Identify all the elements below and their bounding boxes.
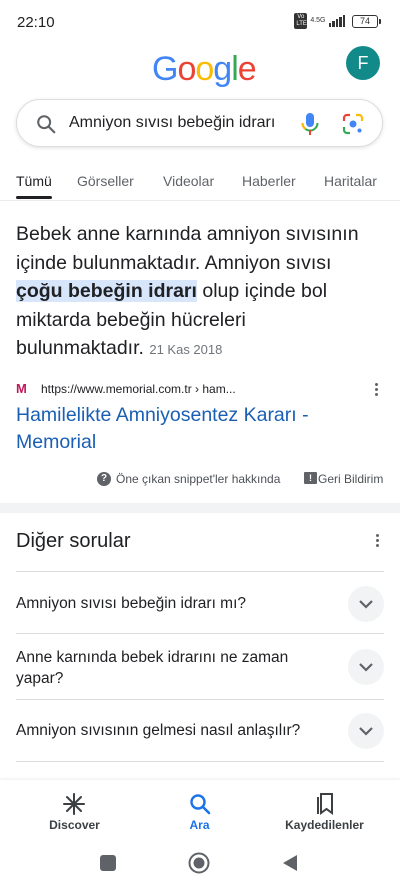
about-snippets-link[interactable]: Öne çıkan snippet'ler hakkında <box>116 472 280 486</box>
tab-videos[interactable]: Videolar <box>163 173 214 189</box>
tab-all[interactable]: Tümü <box>16 173 52 189</box>
back-button-icon[interactable] <box>281 854 299 872</box>
nav-label: Discover <box>49 818 100 832</box>
network-type: 4.5G <box>310 17 326 24</box>
more-options-icon[interactable] <box>376 534 380 550</box>
signal-icon <box>328 15 345 27</box>
question-item[interactable]: Amniyon sıvısı bebeğin idrarı mı? <box>16 571 384 633</box>
nav-saved[interactable]: Kaydedilenler <box>258 780 391 842</box>
snippet-highlight: çoğu bebeğin idrarı <box>16 280 197 302</box>
google-lens-icon[interactable] <box>342 113 364 135</box>
asterisk-icon <box>63 793 85 815</box>
expand-button[interactable] <box>348 713 384 749</box>
snippet-date: 21 Kas 2018 <box>149 342 223 357</box>
chevron-down-icon <box>359 663 373 672</box>
google-logo[interactable]: Google <box>152 50 257 90</box>
search-icon <box>190 794 211 815</box>
snippet-footer: ? Öne çıkan snippet'ler hakkında ! Geri … <box>0 470 400 490</box>
status-time: 22:10 <box>17 14 55 31</box>
tab-images[interactable]: Görseller <box>77 173 134 189</box>
expand-button[interactable] <box>348 586 384 622</box>
status-icons: Vo LTE 4.5G 74 <box>294 13 381 29</box>
battery-icon: 74 <box>352 14 381 28</box>
question-item[interactable]: Amniyon sıvısının gelmesi nasıl anlaşılı… <box>16 699 384 761</box>
system-navigation-bar <box>0 842 400 888</box>
home-button-icon[interactable] <box>188 852 210 874</box>
help-icon[interactable]: ? <box>97 472 111 486</box>
account-avatar[interactable]: F <box>346 46 380 80</box>
question-text[interactable]: Anne karnında bebek idrarını ne zaman ya… <box>16 647 316 689</box>
question-item[interactable]: Anne karnında bebek idrarını ne zaman ya… <box>16 633 384 699</box>
nav-discover[interactable]: Discover <box>8 780 141 842</box>
question-text[interactable]: Amniyon sıvısı bebeğin idrarı mı? <box>16 593 316 614</box>
nav-label: Ara <box>189 818 210 832</box>
nav-label: Kaydedilenler <box>285 818 364 832</box>
memorial-favicon-icon: M <box>16 381 27 396</box>
result-title-link[interactable]: Hamilelikte Amniyosentez Kararı - Memori… <box>16 402 366 456</box>
search-input[interactable]: Amniyon sıvısı bebeğin idrarı <box>69 114 289 132</box>
question-text[interactable]: Amniyon sıvısının gelmesi nasıl anlaşılı… <box>16 720 316 741</box>
nav-search[interactable]: Ara <box>133 780 266 842</box>
feedback-icon[interactable]: ! <box>304 472 317 484</box>
mic-icon[interactable] <box>299 112 321 136</box>
question-item[interactable] <box>16 761 384 780</box>
bottom-navigation: Discover Ara Kaydedilenler <box>0 780 400 842</box>
tab-maps[interactable]: Haritalar <box>324 173 377 189</box>
search-box[interactable]: Amniyon sıvısı bebeğin idrarı <box>16 99 383 147</box>
recents-button-icon[interactable] <box>99 854 117 872</box>
source-url[interactable]: https://www.memorial.com.tr › ham... <box>41 382 236 396</box>
expand-button[interactable] <box>348 649 384 685</box>
result-source[interactable]: M https://www.memorial.com.tr › ham... <box>16 380 386 400</box>
active-tab-indicator <box>16 196 52 199</box>
more-options-icon[interactable] <box>375 383 379 399</box>
snippet-text-before: Bebek anne karnında amniyon sıvısının iç… <box>16 223 359 274</box>
other-questions-title: Diğer sorular <box>16 530 131 552</box>
chevron-down-icon <box>359 600 373 609</box>
section-divider <box>0 503 400 513</box>
search-icon[interactable] <box>35 113 57 135</box>
chevron-down-icon <box>359 727 373 736</box>
divider <box>0 200 400 201</box>
tab-news[interactable]: Haberler <box>242 173 296 189</box>
volte-icon: Vo LTE <box>294 13 308 29</box>
bookmarks-icon <box>317 793 333 815</box>
featured-snippet-text: Bebek anne karnında amniyon sıvısının iç… <box>16 220 376 365</box>
feedback-link[interactable]: Geri Bildirim <box>318 472 383 486</box>
search-tabs: Tümü Görseller Videolar Haberler Harital… <box>0 170 400 200</box>
status-bar: 22:10 Vo LTE 4.5G 74 <box>0 0 400 44</box>
